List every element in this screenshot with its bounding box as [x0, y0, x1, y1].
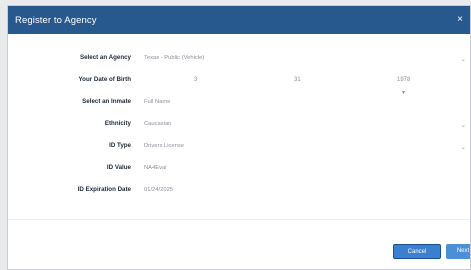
dob-label: Your Date of Birth — [78, 76, 131, 83]
inmate-field[interactable]: Full Name — [144, 95, 170, 109]
agency-select[interactable]: Texas - Public (Vehicle) ⌄ — [144, 51, 466, 65]
id-type-select[interactable]: Drivers License ⌄ — [144, 139, 466, 153]
id-expiration-label: ID Expiration Date — [77, 186, 131, 193]
agency-label: Select an Agency — [79, 54, 131, 61]
inmate-row: Select an Inmate Full Name — [8, 95, 470, 109]
id-expiration-input[interactable]: 01/24/2025 — [144, 183, 173, 197]
ethnicity-label: Ethnicity — [104, 120, 131, 127]
id-type-label: ID Type — [109, 142, 131, 149]
id-value-row: ID Value NA4Eval — [8, 161, 470, 175]
cancel-button[interactable]: Cancel — [393, 244, 441, 259]
chevron-down-icon: ⌄ — [460, 56, 466, 63]
ethnicity-row: Ethnicity Caucasian ⌄ — [8, 117, 470, 131]
chevron-down-icon: ⌄ — [460, 122, 466, 129]
ethnicity-select[interactable]: Caucasian ⌄ — [144, 117, 466, 131]
agency-value: Texas - Public (Vehicle) — [144, 55, 205, 61]
id-expiration-row: ID Expiration Date 01/24/2025 — [8, 183, 470, 197]
inmate-label: Select an Inmate — [82, 98, 131, 105]
dob-month[interactable]: 3 — [194, 73, 197, 87]
ethnicity-value: Caucasian — [144, 121, 172, 127]
id-type-value: Drivers License — [144, 143, 184, 149]
dialog-title: Register to Agency — [15, 14, 97, 26]
footer-divider — [8, 219, 470, 220]
id-value-input[interactable]: NA4Eval — [144, 161, 167, 175]
id-value-text: NA4Eval — [144, 165, 167, 171]
agency-row: Select an Agency Texas - Public (Vehicle… — [8, 51, 470, 65]
dob-day[interactable]: 31 — [294, 73, 301, 87]
dob-year[interactable]: 1978 — [397, 73, 410, 87]
chevron-down-icon: ⌄ — [460, 144, 466, 151]
id-expiration-text: 01/24/2025 — [144, 187, 174, 193]
register-agency-dialog: Register to Agency × Select an Agency Te… — [7, 5, 471, 270]
next-button[interactable]: Next — [446, 244, 470, 259]
id-value-label: ID Value — [106, 164, 131, 171]
dialog-header: Register to Agency — [8, 6, 470, 34]
dialog-footer: Cancel Next — [8, 219, 470, 269]
id-type-row: ID Type Drivers License ⌄ — [8, 139, 470, 153]
inmate-value: Full Name — [144, 99, 171, 105]
dob-row: Your Date of Birth 3 31 1978 ▼ — [8, 73, 470, 96]
close-icon[interactable]: × — [454, 14, 466, 26]
